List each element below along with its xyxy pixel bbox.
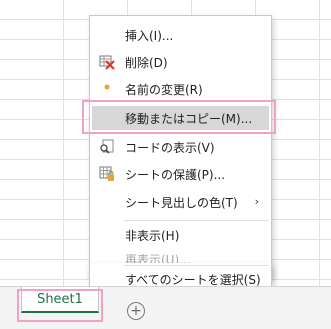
menu-item-label: シートの保護(P)... (125, 167, 226, 182)
menu-item-label: コードの表示(V) (125, 140, 215, 155)
view-code-icon (99, 139, 115, 155)
menu-item-label: 削除(D) (125, 55, 168, 70)
sheet-tab-bar: Sheet1 (0, 286, 331, 329)
add-sheet-button[interactable]: + (127, 302, 145, 320)
sheet-tab-sheet1[interactable]: Sheet1 (21, 287, 99, 313)
menu-item-label: 移動またはコピー(M)... (125, 111, 253, 126)
menu-item-move-or-copy[interactable]: 移動またはコピー(M)... (92, 106, 269, 130)
chevron-right-icon: › (254, 195, 259, 208)
menu-item-delete[interactable]: 削除(D) (90, 50, 271, 74)
menu-item-protect-sheet[interactable]: シートの保護(P)... (90, 162, 271, 186)
tab-scroll-area (0, 287, 20, 329)
rename-dot-icon (99, 81, 115, 97)
sheet-tab-label: Sheet1 (37, 291, 83, 307)
menu-separator (124, 220, 269, 221)
menu-item-label: シート見出しの色(T) (125, 195, 238, 210)
menu-item-label: 名前の変更(R) (125, 82, 203, 97)
menu-separator (124, 265, 269, 266)
delete-sheet-icon (99, 54, 115, 70)
menu-item-label: 非表示(H) (125, 228, 180, 243)
menu-item-hide[interactable]: 非表示(H) (90, 223, 271, 247)
menu-item-label: 挿入(I)... (125, 28, 174, 43)
menu-item-label: すべてのシートを選択(S) (125, 272, 261, 287)
menu-item-tab-color[interactable]: シート見出しの色(T) › (90, 190, 271, 214)
protect-sheet-icon (99, 166, 115, 182)
menu-item-view-code[interactable]: コードの表示(V) (90, 135, 271, 159)
menu-item-insert[interactable]: 挿入(I)... (90, 23, 271, 47)
sheet-tab-context-menu: 挿入(I)... 削除(D) 名前の変更(R) 移動またはコピー(M)... コ… (89, 15, 272, 278)
plus-icon: + (130, 303, 142, 319)
menu-item-rename[interactable]: 名前の変更(R) (90, 77, 271, 101)
